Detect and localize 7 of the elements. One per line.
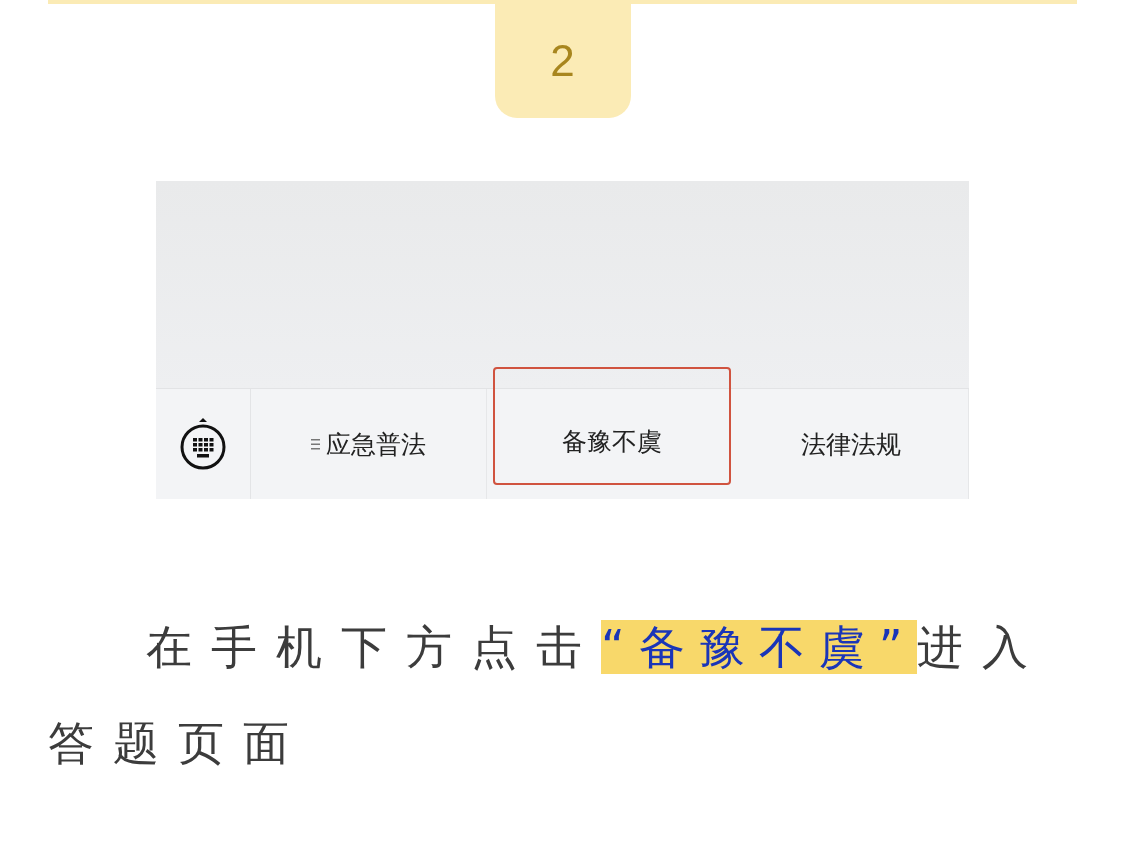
instruction-text: 在手机下方点击“备豫不虞”进入答题页面	[48, 619, 1048, 772]
tab-item[interactable]: 法律法规	[733, 389, 969, 499]
tab-item[interactable]: 应急普法	[251, 389, 487, 499]
step-number-badge: 2	[494, 4, 631, 118]
menu-icon	[310, 438, 320, 450]
tab-item[interactable]: 备豫不虞	[492, 367, 732, 485]
keyboard-icon	[179, 416, 227, 472]
